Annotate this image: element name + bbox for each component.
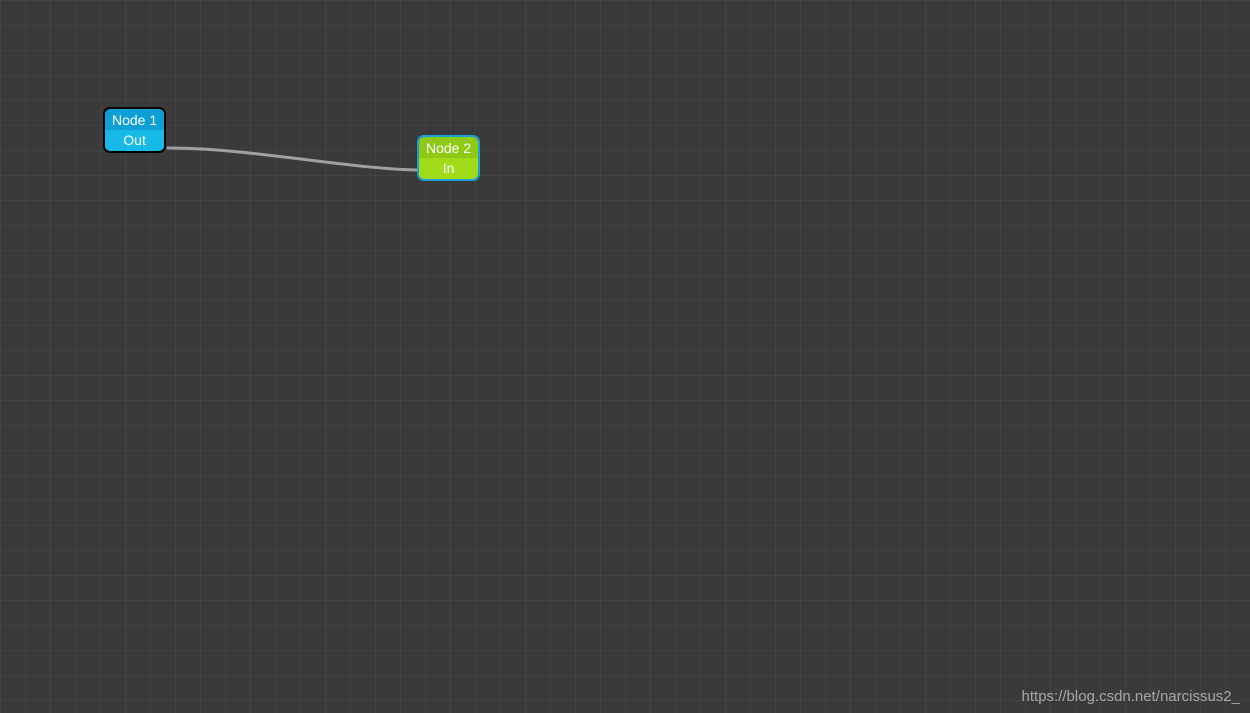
node-1[interactable]: Node 1 Out: [103, 107, 166, 153]
node-2-in-port[interactable]: In: [419, 158, 478, 179]
watermark-text: https://blog.csdn.net/narcissus2_: [1022, 688, 1240, 705]
node-1-out-port[interactable]: Out: [105, 130, 164, 151]
canvas-grid[interactable]: [0, 0, 1250, 713]
node-2[interactable]: Node 2 In: [417, 135, 480, 181]
node-2-title: Node 2: [419, 137, 478, 158]
node-1-title: Node 1: [105, 109, 164, 130]
